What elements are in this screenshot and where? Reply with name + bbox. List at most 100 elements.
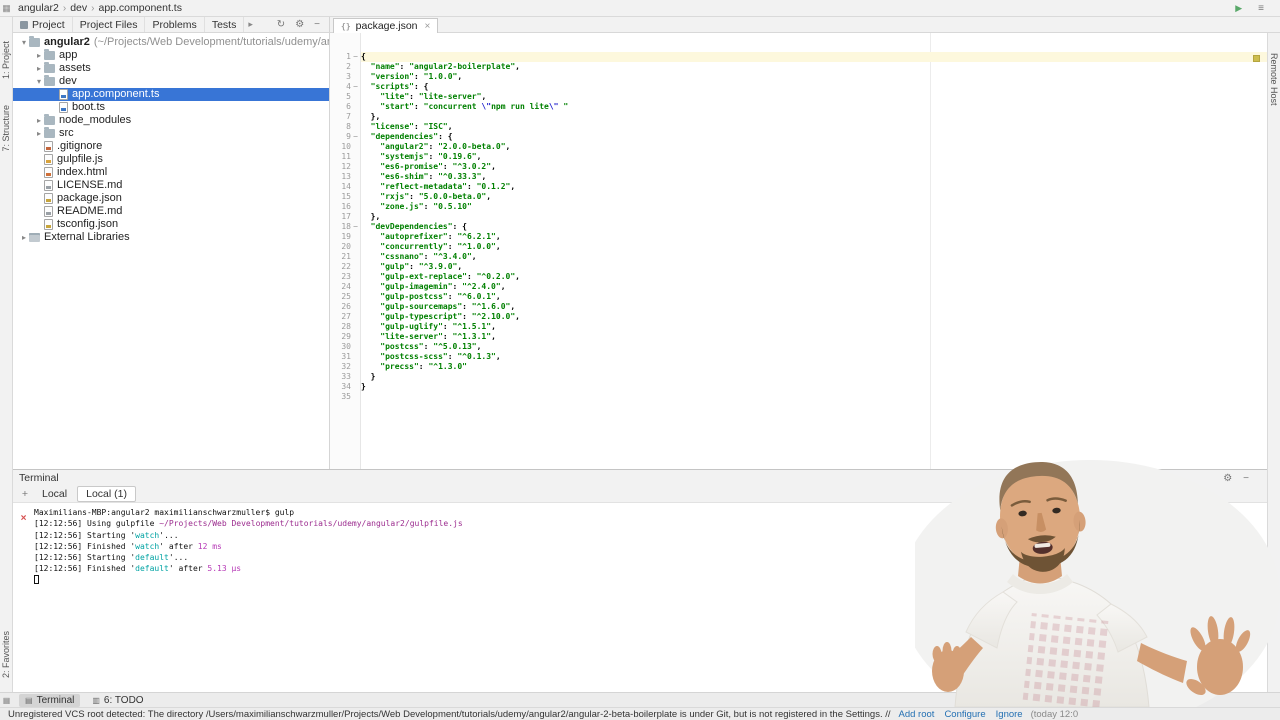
code-line[interactable]: "gulp-ext-replace": "^0.2.0", (361, 272, 1267, 282)
tree-item-node-modules[interactable]: ▸ node_modules (13, 114, 329, 127)
code-line[interactable]: "es6-shim": "^0.33.3", (361, 172, 1267, 182)
code-line[interactable]: "gulp-imagemin": "^2.4.0", (361, 282, 1267, 292)
toolwindow-button-structure[interactable]: 7: Structure (1, 105, 11, 152)
code-line[interactable]: "gulp-uglify": "^1.5.1", (361, 322, 1267, 332)
tab-package-json[interactable]: {} package.json × (333, 18, 439, 33)
toolwindow-button-remote-host[interactable]: Remote Host (1269, 53, 1279, 106)
tree-item-angular2[interactable]: ▾ angular2 (~/Projects/Web Development/tut… (13, 36, 329, 49)
status-link-configure[interactable]: Configure (944, 709, 985, 720)
terminal-output[interactable]: Maximilians-MBP:angular2 maximilianschwa… (34, 503, 1267, 692)
stop-process-icon[interactable]: × (21, 513, 27, 524)
settings-icon[interactable]: ⚙ (295, 19, 304, 30)
main-menu-icon[interactable]: ≡ (1258, 3, 1264, 14)
code-line[interactable]: }, (361, 112, 1267, 122)
tree-chevron-closed-icon[interactable]: ▸ (19, 231, 29, 244)
code-line[interactable]: "postcss-scss": "^0.1.3", (361, 352, 1267, 362)
code-line[interactable]: "scripts": { (361, 82, 1267, 92)
breadcrumb-item-angular2[interactable]: angular2 (18, 2, 59, 14)
code-line[interactable]: "precss": "^1.3.0" (361, 362, 1267, 372)
run-icon[interactable]: ▶ (1235, 3, 1242, 14)
code-line[interactable]: "autoprefixer": "^6.2.1", (361, 232, 1267, 242)
new-terminal-session-icon[interactable]: + (18, 488, 32, 500)
fold-icon[interactable]: − (351, 132, 360, 142)
tree-item-gulpfile-js[interactable]: gulpfile.js (13, 153, 329, 166)
code-line[interactable]: "concurrently": "^1.0.0", (361, 242, 1267, 252)
code-line[interactable]: "version": "1.0.0", (361, 72, 1267, 82)
inspection-indicator[interactable] (1253, 55, 1260, 62)
tree-item-assets[interactable]: ▸ assets (13, 62, 329, 75)
tree-chevron-closed-icon[interactable]: ▸ (34, 62, 44, 75)
status-link-add-root[interactable]: Add root (899, 709, 935, 720)
tree-chevron-closed-icon[interactable]: ▸ (34, 114, 44, 127)
code-line[interactable]: } (361, 372, 1267, 382)
toolwindow-button-todo[interactable]: ▥ 6: TODO (86, 694, 149, 707)
close-tab-icon[interactable]: × (425, 21, 431, 32)
code-line[interactable]: "gulp-postcss": "^6.0.1", (361, 292, 1267, 302)
code-line[interactable]: "lite-server": "^1.3.1", (361, 332, 1267, 342)
toolwindow-button-terminal[interactable]: ▤ Terminal (19, 693, 81, 707)
code-line[interactable]: "rxjs": "5.0.0-beta.0", (361, 192, 1267, 202)
code-line[interactable] (361, 392, 1267, 402)
tree-item-boot-ts[interactable]: boot.ts (13, 101, 329, 114)
tree-item-package-json[interactable]: package.json (13, 192, 329, 205)
tree-chevron-open-icon[interactable]: ▾ (19, 36, 29, 49)
tree-item-app-component-ts[interactable]: app.component.ts (13, 88, 329, 101)
code-line[interactable]: }, (361, 212, 1267, 222)
terminal-settings-icon[interactable]: ⚙ (1223, 473, 1232, 484)
fold-icon[interactable]: − (351, 52, 360, 62)
code-line[interactable]: "license": "ISC", (361, 122, 1267, 132)
code-line[interactable]: "dependencies": { (361, 132, 1267, 142)
code-line[interactable]: "systemjs": "0.19.6", (361, 152, 1267, 162)
code-line[interactable]: "postcss": "^5.0.13", (361, 342, 1267, 352)
terminal-minimize-icon[interactable]: − (1243, 473, 1249, 484)
fold-icon[interactable]: − (351, 82, 360, 92)
breadcrumb-item-app-component-ts[interactable]: app.component.ts (99, 2, 182, 14)
tree-item-src[interactable]: ▸ src (13, 127, 329, 140)
code-line[interactable]: "devDependencies": { (361, 222, 1267, 232)
tree-item-license-md[interactable]: LICENSE.md (13, 179, 329, 192)
terminal-prompt-line[interactable] (34, 574, 1267, 586)
code-line[interactable]: "gulp-typescript": "^2.10.0", (361, 312, 1267, 322)
terminal-tab-local-1[interactable]: Local (1) (77, 486, 136, 502)
code-area[interactable]: { "name": "angular2-boilerplate", "versi… (361, 33, 1267, 469)
terminal-tab-local[interactable]: Local (34, 487, 75, 501)
tree-item-app[interactable]: ▸ app (13, 49, 329, 62)
tree-item-index-html[interactable]: index.html (13, 166, 329, 179)
hide-panel-icon[interactable]: − (314, 19, 320, 30)
code-line[interactable]: "name": "angular2-boilerplate", (361, 62, 1267, 72)
code-line[interactable]: "lite": "lite-server", (361, 92, 1267, 102)
app-menu-icon[interactable]: ▦ (0, 3, 13, 14)
tree-item-readme-md[interactable]: README.md (13, 205, 329, 218)
tree-item-tsconfig-json[interactable]: tsconfig.json (13, 218, 329, 231)
code-line[interactable]: } (361, 382, 1267, 392)
tree-item-external-libraries[interactable]: ▸ External Libraries (13, 231, 329, 244)
code-line[interactable]: { (361, 52, 1267, 62)
refresh-icon[interactable]: ↻ (277, 19, 285, 30)
toolwindow-tab-project[interactable]: Project (13, 17, 73, 32)
tree-item-gitignore[interactable]: .gitignore (13, 140, 329, 153)
toolwindow-tab-tests[interactable]: Tests (205, 17, 245, 32)
code-line[interactable]: "start": "concurrent \"npm run lite\" " (361, 102, 1267, 112)
code-line[interactable]: "zone.js": "0.5.10" (361, 202, 1267, 212)
toolwindow-switcher-icon[interactable]: ▦ (0, 696, 13, 705)
toolwindow-tab-project-files[interactable]: Project Files (73, 17, 146, 32)
tree-item-dev[interactable]: ▾ dev (13, 75, 329, 88)
code-line[interactable]: "gulp": "^3.9.0", (361, 262, 1267, 272)
toolwindow-tabs-more-icon[interactable]: ▸ (244, 19, 257, 30)
code-line[interactable]: "reflect-metadata": "0.1.2", (361, 182, 1267, 192)
code-line[interactable]: "es6-promise": "^3.0.2", (361, 162, 1267, 172)
breadcrumb-item-dev[interactable]: dev (70, 2, 87, 14)
code-line[interactable]: "angular2": "2.0.0-beta.0", (361, 142, 1267, 152)
toolwindow-button-project[interactable]: 1: Project (1, 41, 11, 79)
code-line[interactable]: "gulp-sourcemaps": "^1.6.0", (361, 302, 1267, 312)
fold-icon[interactable]: − (351, 222, 360, 232)
tree-chevron-closed-icon[interactable]: ▸ (34, 49, 44, 62)
tree-chevron-closed-icon[interactable]: ▸ (34, 127, 44, 140)
toolwindow-button-favorites[interactable]: 2: Favorites (1, 631, 11, 678)
toolwindow-tab-problems[interactable]: Problems (145, 17, 205, 32)
tree-chevron-open-icon[interactable]: ▾ (34, 75, 44, 88)
code-line[interactable]: "cssnano": "^3.4.0", (361, 252, 1267, 262)
status-link-ignore[interactable]: Ignore (996, 709, 1023, 720)
